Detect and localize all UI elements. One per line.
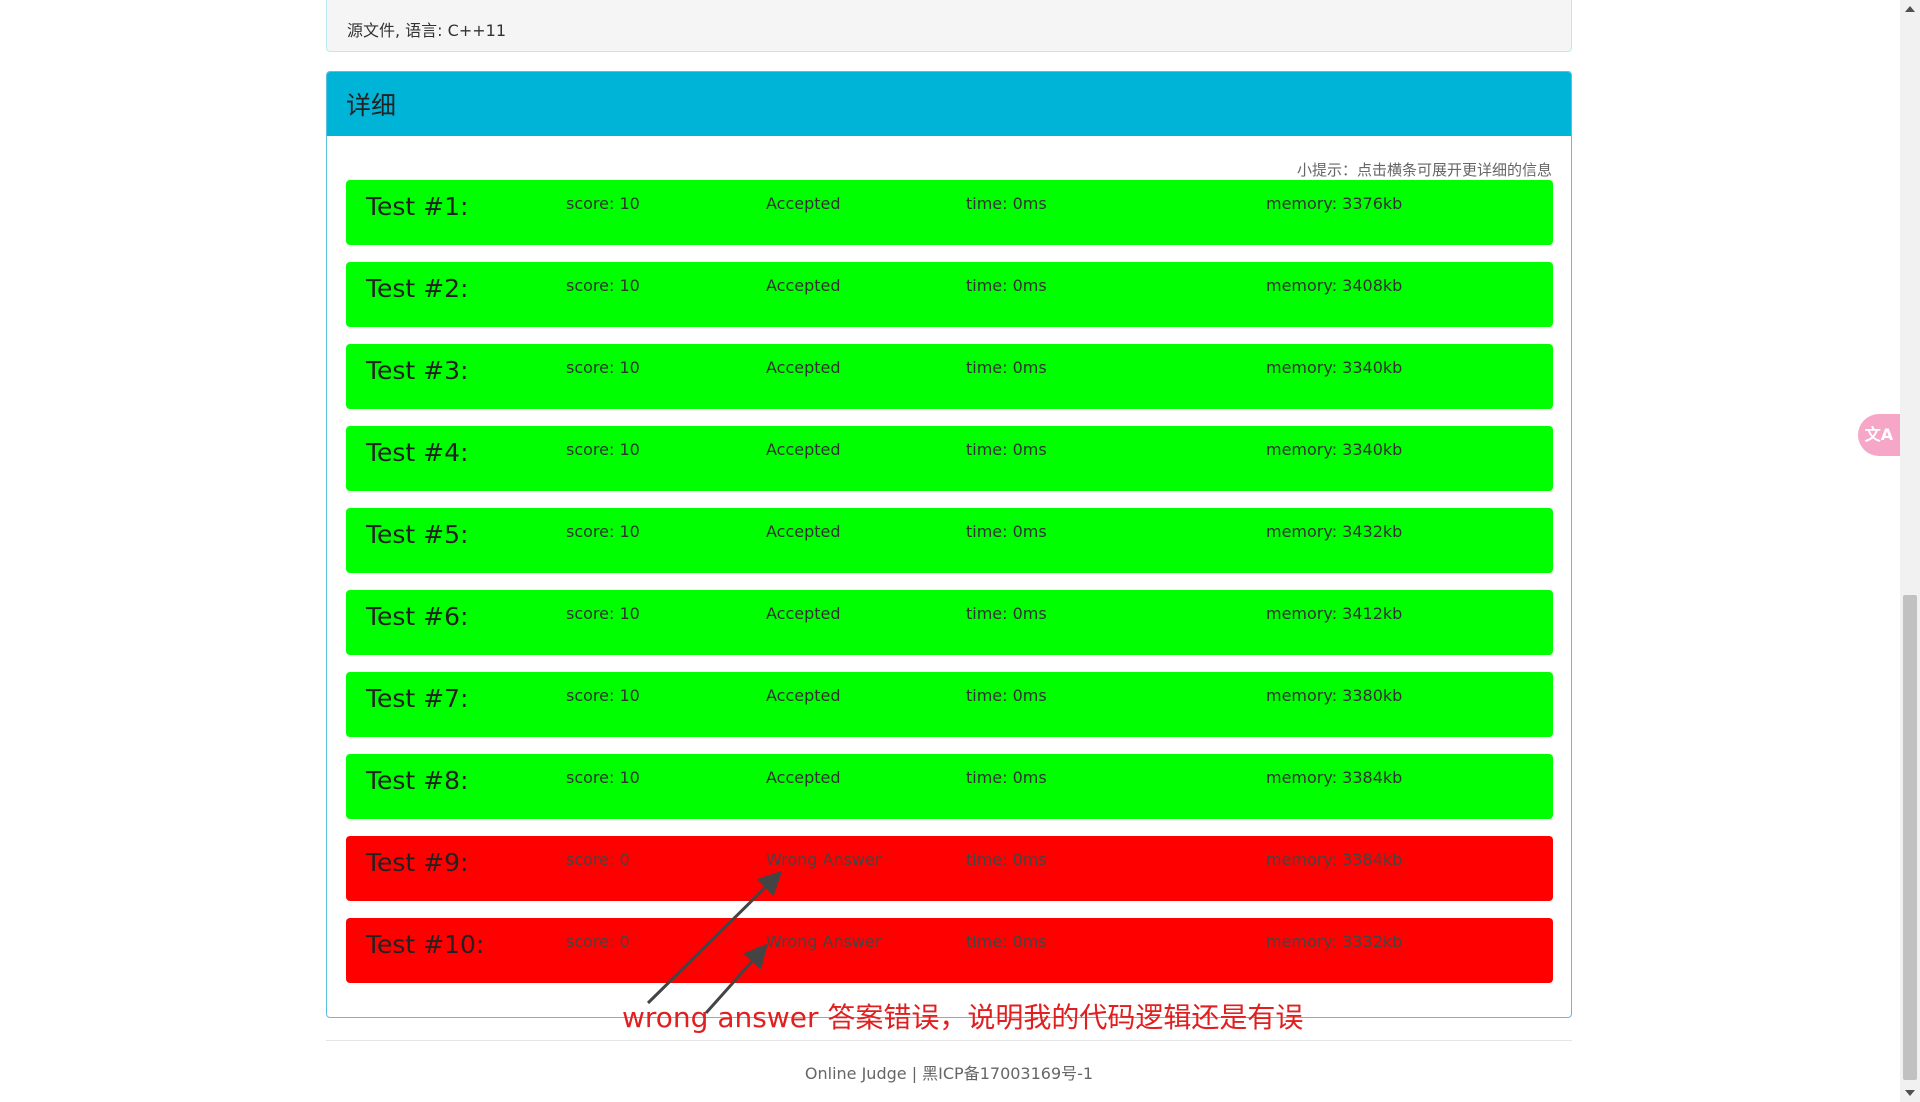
test-memory: memory: 3384kb	[1266, 850, 1403, 869]
translate-widget[interactable]: 文A	[1858, 414, 1900, 456]
test-row[interactable]: Test #7: score: 10 Accepted time: 0ms memory…	[346, 672, 1553, 737]
footer-divider	[326, 1040, 1572, 1041]
test-status: Accepted	[766, 358, 841, 377]
test-name: Test #2:	[366, 274, 469, 303]
test-memory: memory: 3384kb	[1266, 768, 1403, 787]
test-score: score: 10	[566, 440, 640, 459]
test-time: time: 0ms	[966, 604, 1047, 623]
scroll-down-arrow-icon[interactable]	[1905, 1090, 1915, 1096]
test-time: time: 0ms	[966, 850, 1047, 869]
detail-title: 详细	[346, 91, 397, 120]
test-status: Accepted	[766, 194, 841, 213]
test-row[interactable]: Test #1: score: 10 Accepted time: 0ms memory…	[346, 180, 1553, 245]
test-memory: memory: 3432kb	[1266, 522, 1403, 541]
test-score: score: 10	[566, 276, 640, 295]
test-memory: memory: 3380kb	[1266, 686, 1403, 705]
test-time: time: 0ms	[966, 194, 1047, 213]
test-row[interactable]: Test #10: score: 0 Wrong Answer time: 0ms me…	[346, 918, 1553, 983]
test-name: Test #10:	[366, 930, 485, 959]
source-language-text: 源文件, 语言: C++11	[347, 21, 506, 40]
test-score: score: 0	[566, 850, 630, 869]
test-memory: memory: 3340kb	[1266, 440, 1403, 459]
test-status: Accepted	[766, 604, 841, 623]
test-score: score: 10	[566, 686, 640, 705]
test-name: Test #1:	[366, 192, 469, 221]
test-name: Test #4:	[366, 438, 469, 467]
test-memory: memory: 3340kb	[1266, 358, 1403, 377]
test-score: score: 10	[566, 358, 640, 377]
test-time: time: 0ms	[966, 276, 1047, 295]
scroll-up-arrow-icon[interactable]	[1905, 6, 1915, 12]
test-row[interactable]: Test #2: score: 10 Accepted time: 0ms memory…	[346, 262, 1553, 327]
test-status: Accepted	[766, 440, 841, 459]
test-status: Accepted	[766, 522, 841, 541]
page: 源文件, 语言: C++11 详细 小提示：点击横条可展开更详细的信息 Test…	[0, 0, 1920, 1102]
test-name: Test #9:	[366, 848, 469, 877]
test-status: Accepted	[766, 276, 841, 295]
test-row[interactable]: Test #5: score: 10 Accepted time: 0ms memory…	[346, 508, 1553, 573]
test-time: time: 0ms	[966, 932, 1047, 951]
test-score: score: 10	[566, 522, 640, 541]
test-time: time: 0ms	[966, 440, 1047, 459]
test-status: Wrong Answer	[766, 850, 882, 869]
footer-text: Online Judge | 黑ICP备17003169号-1	[804, 1064, 1094, 1083]
annotation-text: wrong answer 答案错误，说明我的代码逻辑还是有误	[622, 1001, 1304, 1034]
test-name: Test #7:	[366, 684, 469, 713]
translate-icon: 文A	[1864, 425, 1894, 444]
test-name: Test #6:	[366, 602, 469, 631]
scroll-thumb[interactable]	[1903, 595, 1917, 1080]
test-score: score: 0	[566, 932, 630, 951]
test-name: Test #3:	[366, 356, 469, 385]
test-row[interactable]: Test #8: score: 10 Accepted time: 0ms memory…	[346, 754, 1553, 819]
hint-text: 小提示：点击横条可展开更详细的信息	[1296, 161, 1552, 179]
test-time: time: 0ms	[966, 522, 1047, 541]
test-row[interactable]: Test #3: score: 10 Accepted time: 0ms memory…	[346, 344, 1553, 409]
test-status: Accepted	[766, 686, 841, 705]
source-panel: 源文件, 语言: C++11	[326, 0, 1572, 52]
test-name: Test #5:	[366, 520, 469, 549]
test-name: Test #8:	[366, 766, 469, 795]
test-memory: memory: 3412kb	[1266, 604, 1403, 623]
test-row[interactable]: Test #4: score: 10 Accepted time: 0ms memory…	[346, 426, 1553, 491]
test-memory: memory: 3376kb	[1266, 194, 1403, 213]
test-status: Accepted	[766, 768, 841, 787]
detail-header: 详细	[327, 72, 1571, 136]
test-memory: memory: 3408kb	[1266, 276, 1403, 295]
test-time: time: 0ms	[966, 768, 1047, 787]
test-score: score: 10	[566, 194, 640, 213]
test-status: Wrong Answer	[766, 932, 882, 951]
test-memory: memory: 3332kb	[1266, 932, 1403, 951]
test-score: score: 10	[566, 604, 640, 623]
test-time: time: 0ms	[966, 358, 1047, 377]
detail-panel: 详细 小提示：点击横条可展开更详细的信息 Test #1: score: 10 Ac…	[326, 71, 1572, 1018]
test-time: time: 0ms	[966, 686, 1047, 705]
test-row[interactable]: Test #6: score: 10 Accepted time: 0ms memory…	[346, 590, 1553, 655]
test-score: score: 10	[566, 768, 640, 787]
scrollbar[interactable]	[1900, 0, 1920, 1102]
test-row[interactable]: Test #9: score: 0 Wrong Answer time: 0ms mem…	[346, 836, 1553, 901]
